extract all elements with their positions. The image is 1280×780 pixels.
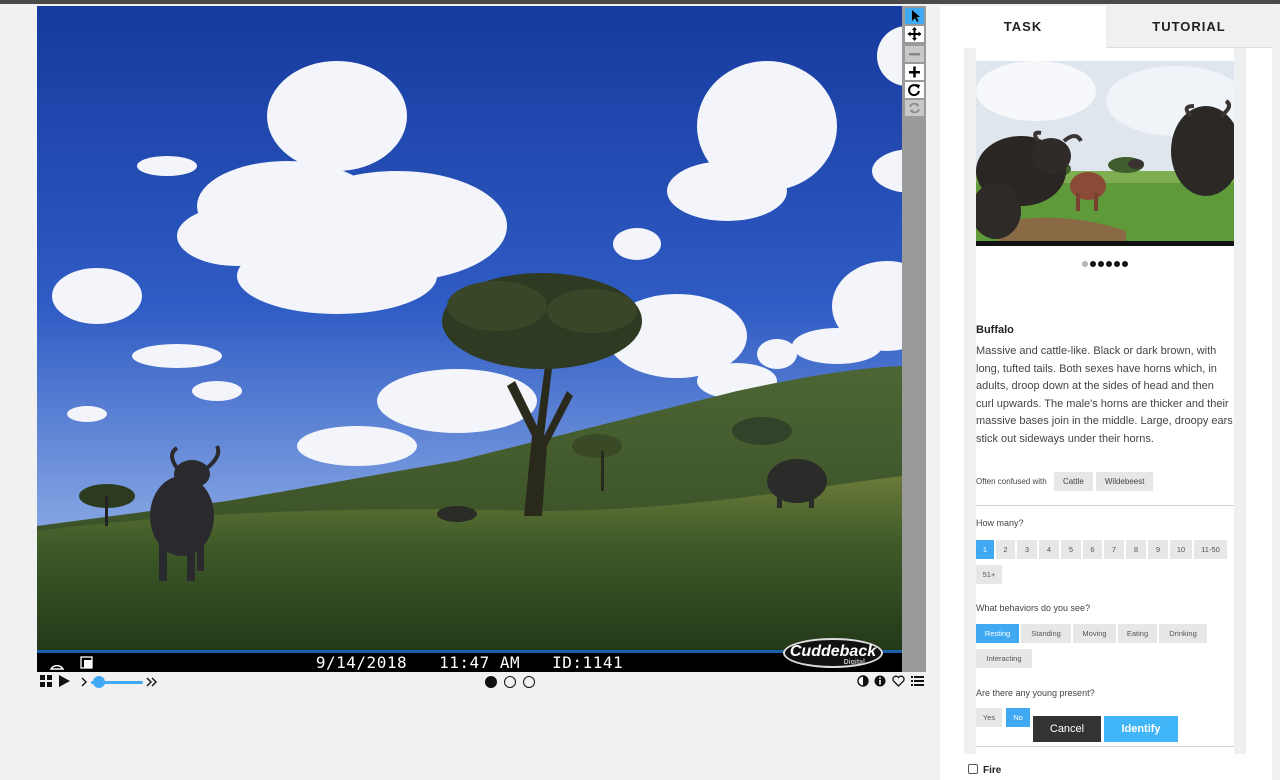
question-behaviors: What behaviors do you see?: [976, 603, 1091, 613]
behavior-option-resting[interactable]: Resting: [976, 624, 1019, 643]
photo-dot-6[interactable]: [1122, 261, 1128, 267]
slow-speed-icon: [81, 677, 87, 687]
species-details: Buffalo Massive and cattle-like. Black o…: [976, 48, 1234, 754]
count-option-1[interactable]: 1: [976, 540, 994, 559]
count-option-6[interactable]: 6: [1083, 540, 1102, 559]
camera-brand-logo: Cuddeback Digital: [783, 638, 883, 668]
fire-checkbox[interactable]: [968, 764, 978, 774]
count-option-8[interactable]: 8: [1126, 540, 1146, 559]
fire-checkbox-row[interactable]: Fire: [968, 764, 1001, 777]
favorite-heart-icon[interactable]: [892, 675, 905, 687]
count-option-51-plus[interactable]: 51+: [976, 565, 1002, 584]
question-how-many: How many?: [976, 518, 1024, 528]
pointer-icon[interactable]: [905, 8, 924, 24]
zoom-out-icon[interactable]: [905, 46, 924, 62]
rotate-icon[interactable]: [905, 82, 924, 98]
info-icon[interactable]: [874, 675, 886, 687]
move-icon[interactable]: [905, 26, 924, 42]
stamp-date: 9/14/2018: [315, 653, 408, 672]
count-option-10[interactable]: 10: [1170, 540, 1192, 559]
count-option-4[interactable]: 4: [1039, 540, 1059, 559]
behavior-option-eating[interactable]: Eating: [1118, 624, 1157, 643]
photo-dot-1[interactable]: [1082, 261, 1088, 267]
photo-dot-4[interactable]: [1106, 261, 1112, 267]
count-option-9[interactable]: 9: [1148, 540, 1168, 559]
behavior-option-moving[interactable]: Moving: [1073, 624, 1116, 643]
frame-dot-3[interactable]: [523, 676, 535, 688]
play-icon[interactable]: [57, 674, 71, 688]
photo-dot-3[interactable]: [1098, 261, 1104, 267]
confused-with-row: Often confused with Cattle Wildebeest: [976, 472, 1154, 492]
confused-chip-wildebeest[interactable]: Wildebeest: [1095, 472, 1154, 491]
task-panel: TASK TUTORIAL Buffalo Massive and cattle…: [940, 6, 1272, 780]
behavior-option-interacting[interactable]: Interacting: [976, 649, 1032, 668]
timestamp-text: 9/14/2018 11:47 AM ID:1141: [37, 653, 902, 672]
photo-dot-5[interactable]: [1114, 261, 1120, 267]
frame-controls: [37, 673, 924, 691]
reset-icon[interactable]: [905, 100, 924, 116]
confused-with-label: Often confused with: [976, 477, 1047, 486]
species-example-photo[interactable]: [976, 61, 1234, 246]
subject-image-viewer[interactable]: 9/14/2018 11:47 AM ID:1141 Cuddeback Digit…: [37, 6, 902, 672]
frame-dot-2[interactable]: [504, 676, 516, 688]
count-option-5[interactable]: 5: [1061, 540, 1081, 559]
frame-dot-1[interactable]: [485, 676, 497, 688]
count-option-3[interactable]: 3: [1017, 540, 1037, 559]
photo-dot-2[interactable]: [1090, 261, 1096, 267]
species-name: Buffalo: [976, 324, 1014, 336]
invert-icon[interactable]: [857, 675, 869, 687]
question-young: Are there any young present?: [976, 688, 1095, 698]
count-option-2[interactable]: 2: [996, 540, 1015, 559]
species-card: Buffalo Massive and cattle-like. Black o…: [964, 48, 1246, 754]
count-option-11-50[interactable]: 11-50: [1194, 540, 1227, 559]
tab-tutorial[interactable]: TUTORIAL: [1106, 6, 1272, 48]
divider: [976, 505, 1234, 506]
count-option-7[interactable]: 7: [1104, 540, 1124, 559]
species-description: Massive and cattle-like. Black or dark b…: [976, 345, 1233, 445]
fast-speed-icon: [146, 677, 157, 687]
stamp-time: 11:47 AM: [439, 653, 521, 672]
identify-button[interactable]: Identify: [1104, 716, 1178, 742]
behavior-option-drinking[interactable]: Drinking: [1159, 624, 1207, 643]
camera-stamp: 9/14/2018 11:47 AM ID:1141 Cuddeback Digit…: [37, 638, 902, 672]
zoom-in-icon[interactable]: [905, 64, 924, 80]
camera-brand-sub: Digital: [843, 659, 865, 666]
task-tabs: TASK TUTORIAL: [940, 6, 1272, 48]
tab-task[interactable]: TASK: [940, 6, 1106, 48]
photo-pagination[interactable]: [976, 261, 1234, 267]
top-bar: [0, 0, 1280, 4]
young-option-no[interactable]: No: [1006, 708, 1030, 727]
image-toolbar: [902, 6, 926, 672]
cancel-button[interactable]: Cancel: [1033, 716, 1101, 742]
camera-trap-image: [37, 6, 902, 672]
metadata-list-icon[interactable]: [911, 675, 924, 687]
grid-view-icon[interactable]: [40, 675, 52, 687]
speed-slider-thumb[interactable]: [93, 676, 105, 688]
divider: [976, 746, 1234, 747]
fire-label: Fire: [983, 765, 1002, 776]
camera-brand-text: Cuddeback: [789, 643, 877, 660]
young-option-yes[interactable]: Yes: [976, 708, 1002, 727]
stamp-id: ID:1141: [552, 653, 624, 672]
behavior-option-standing[interactable]: Standing: [1021, 624, 1071, 643]
confused-chip-cattle[interactable]: Cattle: [1053, 472, 1093, 491]
